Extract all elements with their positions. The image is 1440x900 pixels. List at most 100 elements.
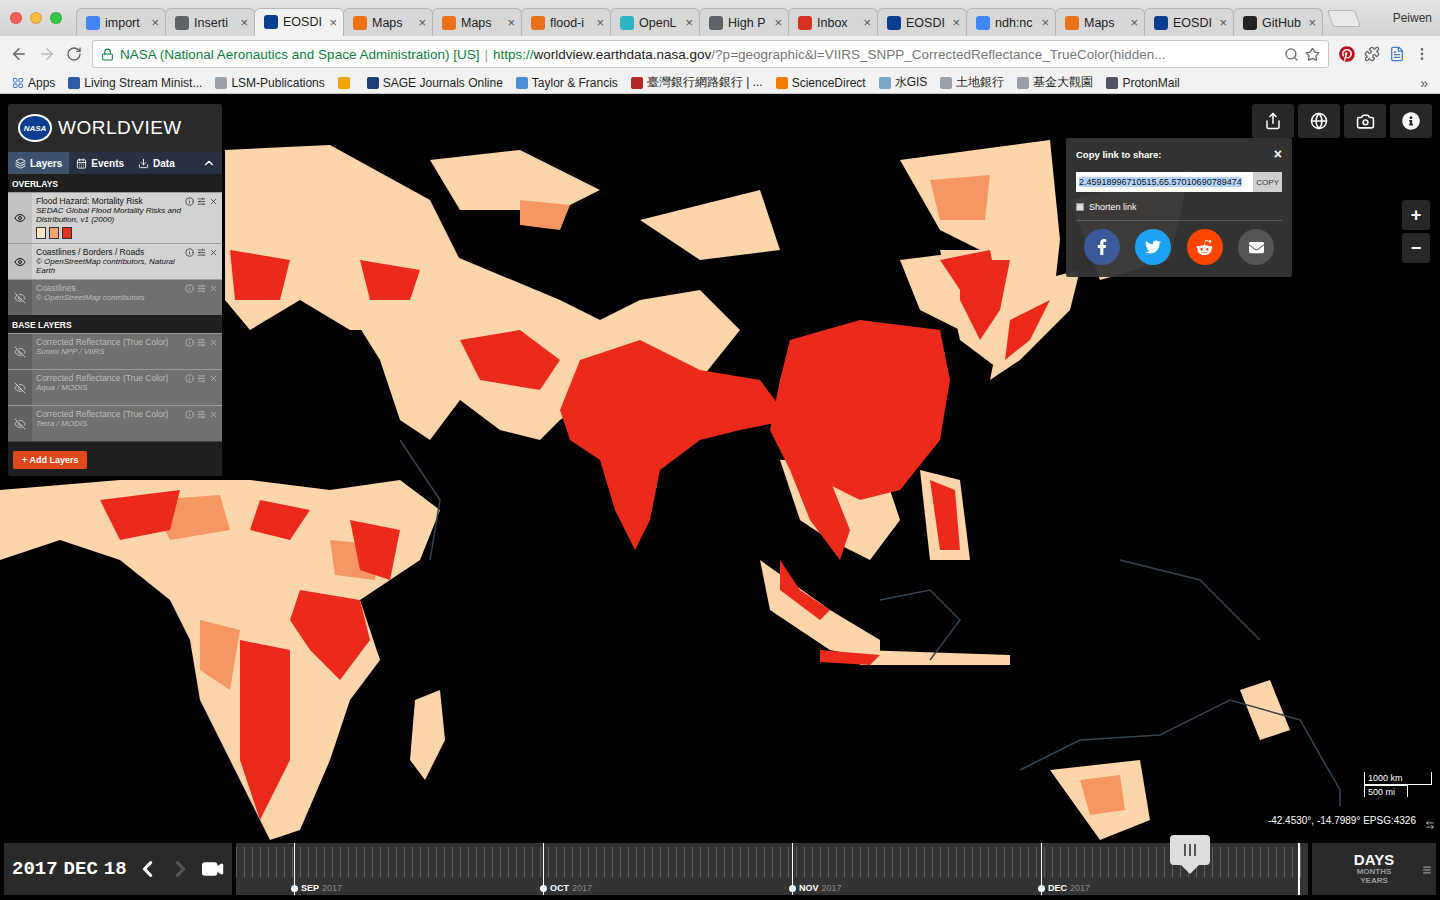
date-text[interactable]: 2017DEC18 bbox=[12, 858, 127, 880]
visibility-toggle[interactable] bbox=[8, 334, 32, 369]
panel-tab[interactable]: Events bbox=[69, 152, 131, 174]
browser-tab[interactable]: Maps× bbox=[432, 8, 522, 36]
visibility-toggle[interactable] bbox=[8, 244, 32, 279]
bookmark[interactable]: LSM-Publications bbox=[215, 76, 324, 90]
panel-tab[interactable]: Data bbox=[131, 152, 182, 174]
copy-button[interactable]: COPY bbox=[1253, 172, 1282, 192]
pinterest-icon[interactable] bbox=[1339, 46, 1355, 62]
timeline-axis[interactable]: SEP2017OCT2017NOV2017DEC2017 bbox=[236, 843, 1308, 895]
layer-row[interactable]: Flood Hazard: Mortality RiskSEDAC Global… bbox=[8, 192, 222, 243]
time-unit[interactable]: YEARS bbox=[1360, 877, 1388, 886]
share-link-field[interactable]: 2.45918996710515,65.57010690789474 bbox=[1076, 172, 1253, 192]
tab-close-button[interactable]: × bbox=[1308, 15, 1316, 30]
bookmark-star-icon[interactable] bbox=[1305, 47, 1320, 62]
next-day-icon[interactable] bbox=[168, 856, 193, 882]
visibility-toggle[interactable] bbox=[8, 370, 32, 405]
coordinate-format-button[interactable] bbox=[1425, 816, 1435, 834]
shorten-link-option[interactable]: Shorten link bbox=[1076, 202, 1282, 212]
tab-close-button[interactable]: × bbox=[1130, 15, 1138, 30]
document-icon[interactable] bbox=[1389, 46, 1405, 62]
tab-close-button[interactable]: × bbox=[685, 15, 693, 30]
browser-tab[interactable]: Maps× bbox=[1055, 8, 1145, 36]
tab-close-button[interactable]: × bbox=[418, 15, 426, 30]
browser-tab[interactable]: flood-i× bbox=[521, 8, 611, 36]
settings-icon[interactable] bbox=[197, 248, 206, 257]
map-view[interactable]: NASAWORLDVIEWLayersEventsDataOVERLAYSFlo… bbox=[0, 94, 1440, 900]
visibility-toggle[interactable] bbox=[8, 406, 32, 441]
browser-tab[interactable]: ndh:nc× bbox=[966, 8, 1056, 36]
layer-row[interactable]: Coastlines / Borders / Roads© OpenStreet… bbox=[8, 243, 222, 279]
browser-tab[interactable]: EOSDI× bbox=[1144, 8, 1234, 36]
bookmark[interactable]: 基金大觀園 bbox=[1017, 74, 1093, 91]
info-button[interactable] bbox=[1390, 104, 1432, 138]
browser-tab[interactable]: import× bbox=[76, 8, 166, 36]
layer-row[interactable]: Coastlines© OpenStreetMap contributors bbox=[8, 279, 222, 315]
browser-tab[interactable]: Maps× bbox=[343, 8, 433, 36]
remove-icon[interactable] bbox=[209, 284, 218, 293]
settings-icon[interactable] bbox=[197, 197, 206, 206]
time-unit[interactable]: DAYS bbox=[1354, 852, 1394, 869]
tab-close-button[interactable]: × bbox=[1219, 15, 1227, 30]
bookmark[interactable]: ScienceDirect bbox=[776, 76, 866, 90]
menu-icon[interactable] bbox=[1414, 46, 1430, 62]
snapshot-button[interactable] bbox=[1344, 104, 1386, 138]
bookmark[interactable]: Living Stream Minist... bbox=[68, 76, 202, 90]
more-bookmarks-button[interactable]: » bbox=[1420, 75, 1428, 91]
info-icon[interactable] bbox=[185, 248, 194, 257]
settings-icon[interactable] bbox=[197, 410, 206, 419]
tab-close-button[interactable]: × bbox=[240, 15, 248, 30]
layer-row[interactable]: Corrected Reflectance (True Color)Aqua /… bbox=[8, 369, 222, 405]
browser-tab[interactable]: Inbox× bbox=[788, 8, 878, 36]
browser-tab[interactable]: High P× bbox=[699, 8, 789, 36]
previous-day-icon[interactable] bbox=[135, 856, 160, 882]
search-icon[interactable] bbox=[1284, 47, 1299, 62]
tab-close-button[interactable]: × bbox=[329, 15, 337, 30]
unit-menu[interactable] bbox=[1422, 861, 1432, 879]
info-icon[interactable] bbox=[185, 374, 194, 383]
share-target-button[interactable] bbox=[1238, 229, 1274, 265]
remove-icon[interactable] bbox=[209, 248, 218, 257]
tab-close-button[interactable]: × bbox=[507, 15, 515, 30]
remove-icon[interactable] bbox=[209, 338, 218, 347]
share-button[interactable] bbox=[1252, 104, 1294, 138]
visibility-toggle[interactable] bbox=[8, 193, 32, 243]
remove-icon[interactable] bbox=[209, 410, 218, 419]
browser-tab[interactable]: OpenL× bbox=[610, 8, 700, 36]
bookmark[interactable]: 土地銀行 bbox=[940, 74, 1004, 91]
bookmark[interactable]: ProtonMail bbox=[1106, 76, 1179, 90]
info-icon[interactable] bbox=[185, 338, 194, 347]
browser-tab[interactable]: EOSDI× bbox=[877, 8, 967, 36]
zoom-in-button[interactable]: + bbox=[1402, 200, 1430, 230]
maximize-window-button[interactable] bbox=[50, 12, 62, 24]
layer-row[interactable]: Corrected Reflectance (True Color)Terra … bbox=[8, 405, 222, 441]
info-icon[interactable] bbox=[185, 410, 194, 419]
visibility-toggle[interactable] bbox=[8, 280, 32, 315]
new-tab-button[interactable] bbox=[1327, 10, 1361, 27]
tab-close-button[interactable]: × bbox=[863, 15, 871, 30]
layer-row[interactable]: Corrected Reflectance (True Color)Suomi … bbox=[8, 333, 222, 369]
remove-icon[interactable] bbox=[209, 197, 218, 206]
timeline-handle[interactable] bbox=[1170, 835, 1210, 865]
browser-tab[interactable]: Inserti× bbox=[165, 8, 255, 36]
tab-close-button[interactable]: × bbox=[1041, 15, 1049, 30]
forward-arrow-icon[interactable] bbox=[38, 45, 56, 63]
share-target-button[interactable] bbox=[1135, 229, 1171, 265]
bookmark[interactable]: 臺灣銀行網路銀行 | ... bbox=[631, 74, 763, 91]
close-window-button[interactable] bbox=[10, 12, 22, 24]
browser-tab[interactable]: EOSDI× bbox=[254, 8, 344, 36]
settings-icon[interactable] bbox=[197, 338, 206, 347]
projection-button[interactable] bbox=[1298, 104, 1340, 138]
settings-icon[interactable] bbox=[197, 284, 206, 293]
tab-close-button[interactable]: × bbox=[596, 15, 604, 30]
extension-icon[interactable] bbox=[1364, 46, 1380, 62]
bookmark[interactable]: SAGE Journals Online bbox=[367, 76, 503, 90]
profile-name[interactable]: Peiwen bbox=[1393, 0, 1432, 25]
time-unit[interactable]: MONTHS bbox=[1357, 868, 1392, 877]
tab-close-button[interactable]: × bbox=[151, 15, 159, 30]
share-target-button[interactable] bbox=[1187, 229, 1223, 265]
remove-icon[interactable] bbox=[209, 374, 218, 383]
reload-icon[interactable] bbox=[66, 46, 82, 62]
back-arrow-icon[interactable] bbox=[10, 45, 28, 63]
bookmark[interactable]: Apps bbox=[12, 76, 55, 90]
address-bar[interactable]: NASA (National Aeronautics and Space Adm… bbox=[92, 40, 1329, 68]
